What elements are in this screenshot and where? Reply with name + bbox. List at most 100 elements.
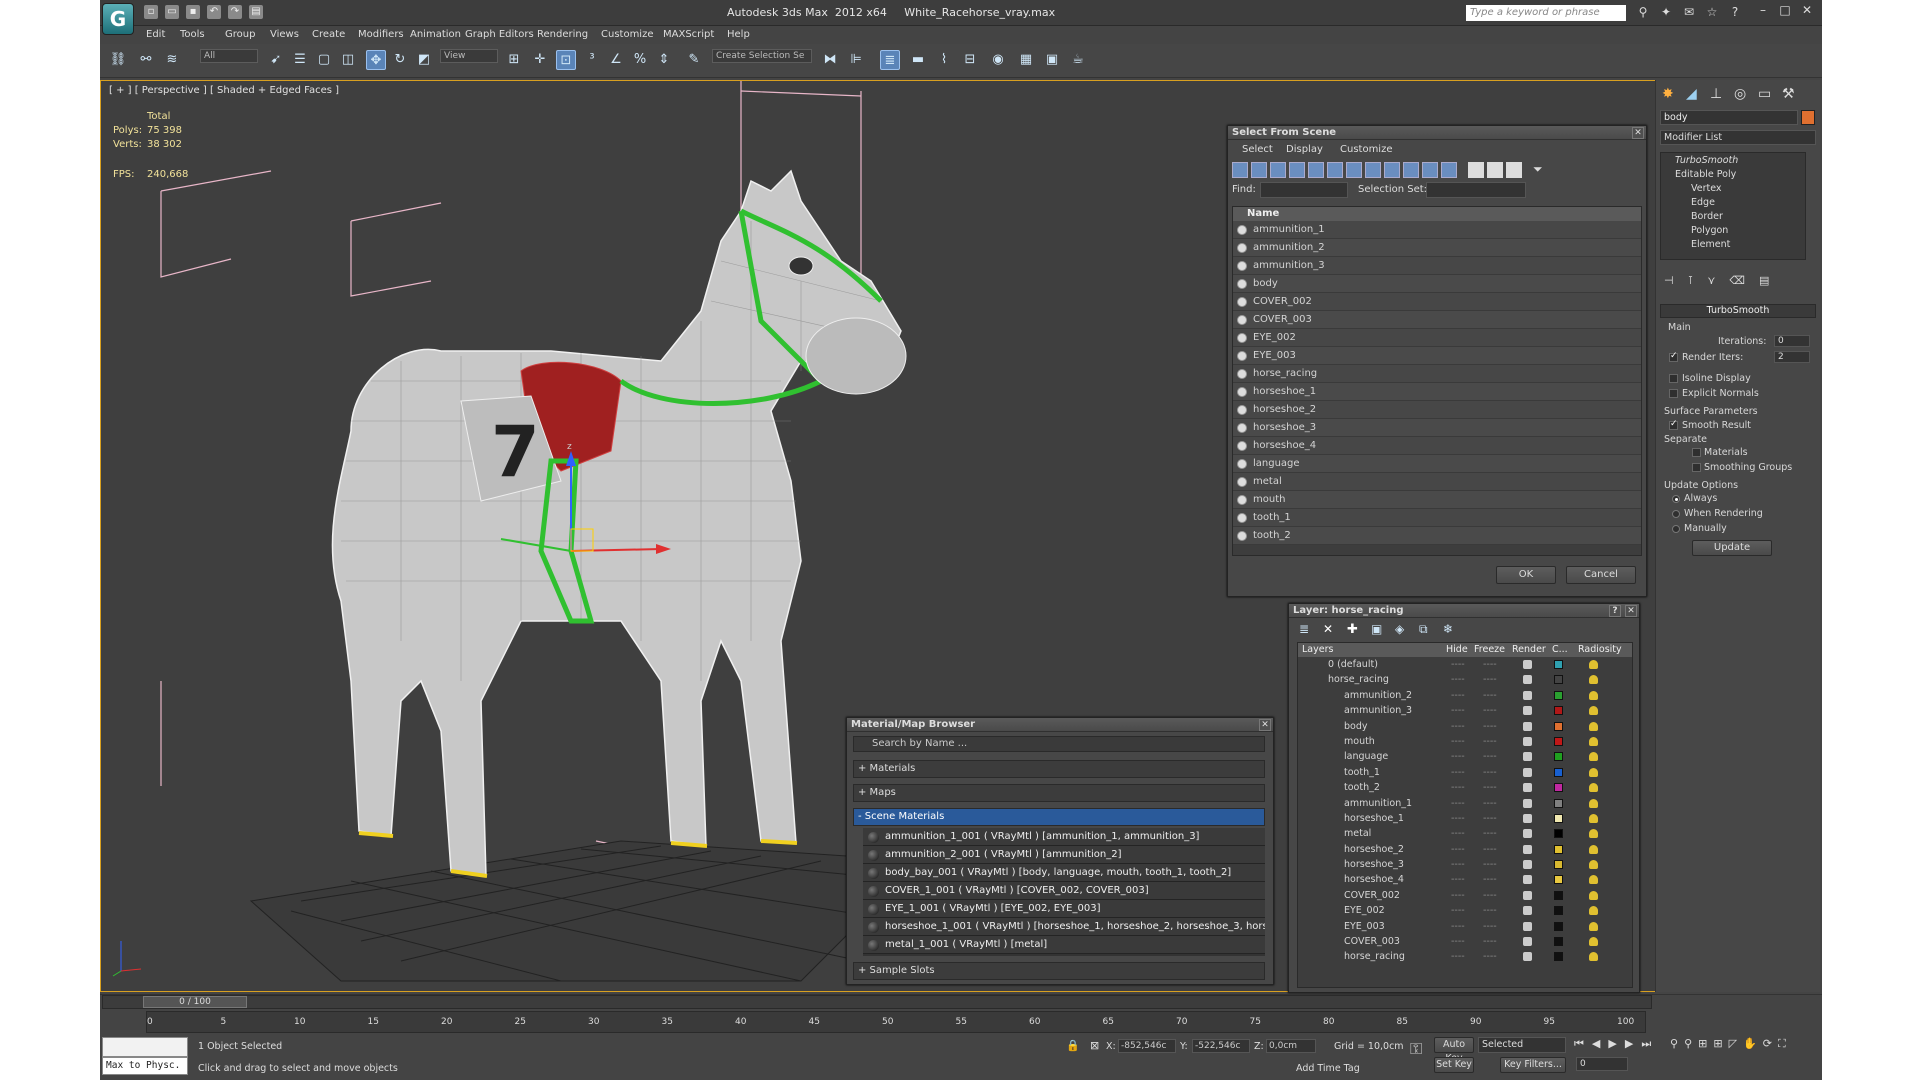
layer-name[interactable]: body <box>1344 719 1368 734</box>
schematic-view-icon[interactable]: ⊟ <box>960 50 980 70</box>
hierarchy-tab-icon[interactable]: ⊥ <box>1710 86 1728 104</box>
teapot-render-icon[interactable] <box>1523 829 1532 839</box>
ssd-menu-display[interactable]: Display <box>1286 144 1323 155</box>
find-input[interactable] <box>1260 182 1348 198</box>
menu-graph-editors[interactable]: Graph Editors <box>465 29 534 40</box>
layer-freeze-toggle[interactable]: ---- <box>1483 796 1497 811</box>
set-key-mode-icon[interactable]: ⚿ <box>1410 1039 1422 1059</box>
next-frame-icon[interactable]: ▶ <box>1625 1037 1633 1051</box>
layer-hide-toggle[interactable]: ---- <box>1451 826 1465 841</box>
scene-material-row[interactable]: ammunition_2_001 ( VRayMtl ) [ammunition… <box>863 846 1265 864</box>
layer-hide-toggle[interactable]: ---- <box>1451 903 1465 918</box>
binoculars-icon[interactable]: ⚲ <box>1636 5 1650 19</box>
radiosity-bulb-icon[interactable] <box>1589 844 1598 854</box>
menu-tools[interactable]: Tools <box>180 29 205 40</box>
scene-material-row[interactable]: EYE_1_001 ( VRayMtl ) [EYE_002, EYE_003] <box>863 900 1265 918</box>
cancel-button[interactable]: Cancel <box>1566 566 1636 584</box>
display-bones-icon[interactable] <box>1384 162 1400 178</box>
scene-object-row[interactable]: tooth_2 <box>1233 527 1641 545</box>
layer-row[interactable]: tooth_2 ---- ---- <box>1298 780 1632 795</box>
layer-hide-toggle[interactable]: ---- <box>1451 872 1465 887</box>
display-lights-icon[interactable] <box>1270 162 1286 178</box>
radiosity-bulb-icon[interactable] <box>1589 736 1598 746</box>
menu-animation[interactable]: Animation <box>410 29 461 40</box>
scene-material-row[interactable]: ammunition_1_001 ( VRayMtl ) [ammunition… <box>863 828 1265 846</box>
layer-freeze-toggle[interactable]: ---- <box>1483 872 1497 887</box>
stack-polygon[interactable]: Polygon <box>1691 225 1728 236</box>
layer-hide-toggle[interactable]: ---- <box>1451 842 1465 857</box>
scene-material-row[interactable]: body_bay_001 ( VRayMtl ) [body, language… <box>863 864 1265 882</box>
iterations-spinner[interactable]: 0 <box>1774 335 1810 347</box>
key-filters-button[interactable]: Key Filters... <box>1500 1057 1566 1073</box>
pin-stack-icon[interactable]: ⊣ <box>1664 274 1674 287</box>
select-by-name-icon[interactable]: ☰ <box>290 50 310 70</box>
layer-color-swatch[interactable] <box>1554 798 1563 808</box>
maximize-viewport-icon[interactable]: ⛶ <box>1778 1037 1786 1051</box>
radiosity-bulb-icon[interactable] <box>1589 660 1598 669</box>
close-icon[interactable]: ✕ <box>1632 127 1644 139</box>
orbit-icon[interactable]: ⟳ <box>1763 1037 1772 1051</box>
modifier-list-dropdown[interactable]: Modifier List <box>1660 130 1816 145</box>
update-when-rendering-radio[interactable] <box>1672 510 1680 518</box>
lock-selection-icon[interactable]: 🔒 <box>1066 1039 1080 1052</box>
stack-turbosmooth[interactable]: TurboSmooth <box>1675 155 1738 166</box>
bind-space-warp-icon[interactable]: ≋ <box>162 50 182 70</box>
menu-create[interactable]: Create <box>312 29 345 40</box>
layer-freeze-toggle[interactable]: ---- <box>1483 719 1497 734</box>
z-coord-field[interactable]: 0,0cm <box>1266 1039 1316 1053</box>
highlight-layer-icon[interactable]: ◈ <box>1395 622 1411 638</box>
radiosity-bulb-icon[interactable] <box>1589 875 1598 885</box>
layer-row[interactable]: language ---- ---- <box>1298 749 1632 764</box>
radiosity-bulb-icon[interactable] <box>1589 860 1598 870</box>
display-all-icon[interactable] <box>1468 162 1484 178</box>
layer-hide-toggle[interactable]: ---- <box>1451 811 1465 826</box>
menu-help[interactable]: Help <box>727 29 750 40</box>
update-manually-radio[interactable] <box>1672 525 1680 533</box>
radiosity-bulb-icon[interactable] <box>1589 906 1598 916</box>
col-layers[interactable]: Layers <box>1302 644 1333 655</box>
turbosmooth-rollout-header[interactable]: TurboSmooth <box>1660 304 1816 318</box>
scene-materials-list[interactable]: ammunition_1_001 ( VRayMtl ) [ammunition… <box>863 828 1265 956</box>
spinner-snap-icon[interactable]: ⇕ <box>654 50 674 70</box>
layer-freeze-toggle[interactable]: ---- <box>1483 919 1497 934</box>
layer-row[interactable]: COVER_002 ---- ---- <box>1298 888 1632 903</box>
layer-hide-toggle[interactable]: ---- <box>1451 857 1465 872</box>
scene-object-row[interactable]: COVER_003 <box>1233 311 1641 329</box>
layer-name[interactable]: horseshoe_1 <box>1344 811 1404 826</box>
perspective-viewport[interactable]: [ + ] [ Perspective ] [ Shaded + Edged F… <box>100 80 1752 993</box>
render-setup-icon[interactable]: ▦ <box>1016 50 1036 70</box>
col-freeze[interactable]: Freeze <box>1474 644 1505 655</box>
make-unique-icon[interactable]: ⋎ <box>1707 274 1715 287</box>
close-icon[interactable]: ✕ <box>1800 3 1814 19</box>
scene-object-row[interactable]: horseshoe_2 <box>1233 401 1641 419</box>
keyboard-shortcut-override-icon[interactable]: ⊡ <box>556 50 576 70</box>
material-search-input[interactable]: Search by Name ... <box>853 736 1265 752</box>
render-iters-spinner[interactable]: 2 <box>1774 351 1810 363</box>
layer-name[interactable]: mouth <box>1344 734 1375 749</box>
pan-view-icon[interactable]: ✋ <box>1743 1037 1757 1051</box>
layer-name[interactable]: tooth_1 <box>1344 765 1380 780</box>
layer-hide-toggle[interactable]: ---- <box>1451 919 1465 934</box>
radiosity-bulb-icon[interactable] <box>1589 767 1598 777</box>
menu-edit[interactable]: Edit <box>146 29 165 40</box>
layer-color-swatch[interactable] <box>1554 783 1563 793</box>
teapot-render-icon[interactable] <box>1523 860 1532 870</box>
layer-color-swatch[interactable] <box>1554 690 1563 700</box>
rect-selection-region-icon[interactable]: ▢ <box>314 50 334 70</box>
teapot-render-icon[interactable] <box>1523 844 1532 854</box>
layer-color-swatch[interactable] <box>1554 767 1563 777</box>
scene-object-row[interactable]: horse_racing <box>1233 365 1641 383</box>
stack-vertex[interactable]: Vertex <box>1691 183 1722 194</box>
layer-hide-toggle[interactable]: ---- <box>1451 672 1465 687</box>
delete-layer-icon[interactable]: ✕ <box>1323 622 1339 638</box>
layer-color-swatch[interactable] <box>1554 675 1563 685</box>
teapot-render-icon[interactable] <box>1523 783 1532 793</box>
layer-name[interactable]: metal <box>1344 826 1371 841</box>
zoom-all-icon[interactable]: ⚲ <box>1684 1037 1692 1051</box>
layer-freeze-toggle[interactable]: ---- <box>1483 811 1497 826</box>
teapot-render-icon[interactable] <box>1523 767 1532 777</box>
display-groups-icon[interactable] <box>1346 162 1362 178</box>
display-containers-icon[interactable] <box>1403 162 1419 178</box>
layer-row[interactable]: tooth_1 ---- ---- <box>1298 765 1632 780</box>
layer-hide-toggle[interactable]: ---- <box>1451 734 1465 749</box>
